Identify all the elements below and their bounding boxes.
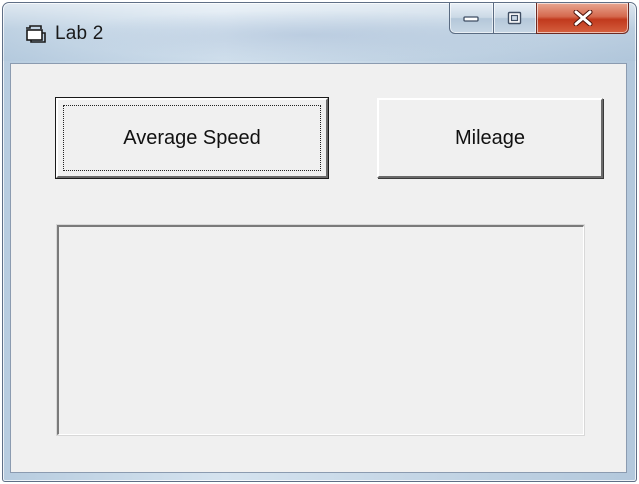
minimize-icon — [462, 16, 479, 22]
minimize-button[interactable] — [449, 3, 494, 34]
form-icon — [26, 25, 46, 43]
title-bar[interactable]: Lab 2 — [3, 3, 636, 61]
close-button[interactable] — [536, 3, 629, 34]
close-icon — [573, 10, 592, 26]
window-title: Lab 2 — [55, 23, 104, 44]
mileage-label: Mileage — [454, 126, 526, 149]
app-window: Lab 2 Average Speed Mileage — [2, 2, 637, 482]
average-speed-label: Average Speed — [123, 126, 261, 149]
maximize-button[interactable] — [493, 3, 537, 34]
maximize-icon — [507, 11, 522, 25]
average-speed-button[interactable]: Average Speed — [55, 97, 329, 179]
mileage-button[interactable]: Mileage — [377, 98, 603, 178]
caption-buttons — [449, 3, 629, 36]
output-box[interactable] — [57, 225, 584, 435]
form-client-area: Average Speed Mileage — [10, 63, 627, 473]
